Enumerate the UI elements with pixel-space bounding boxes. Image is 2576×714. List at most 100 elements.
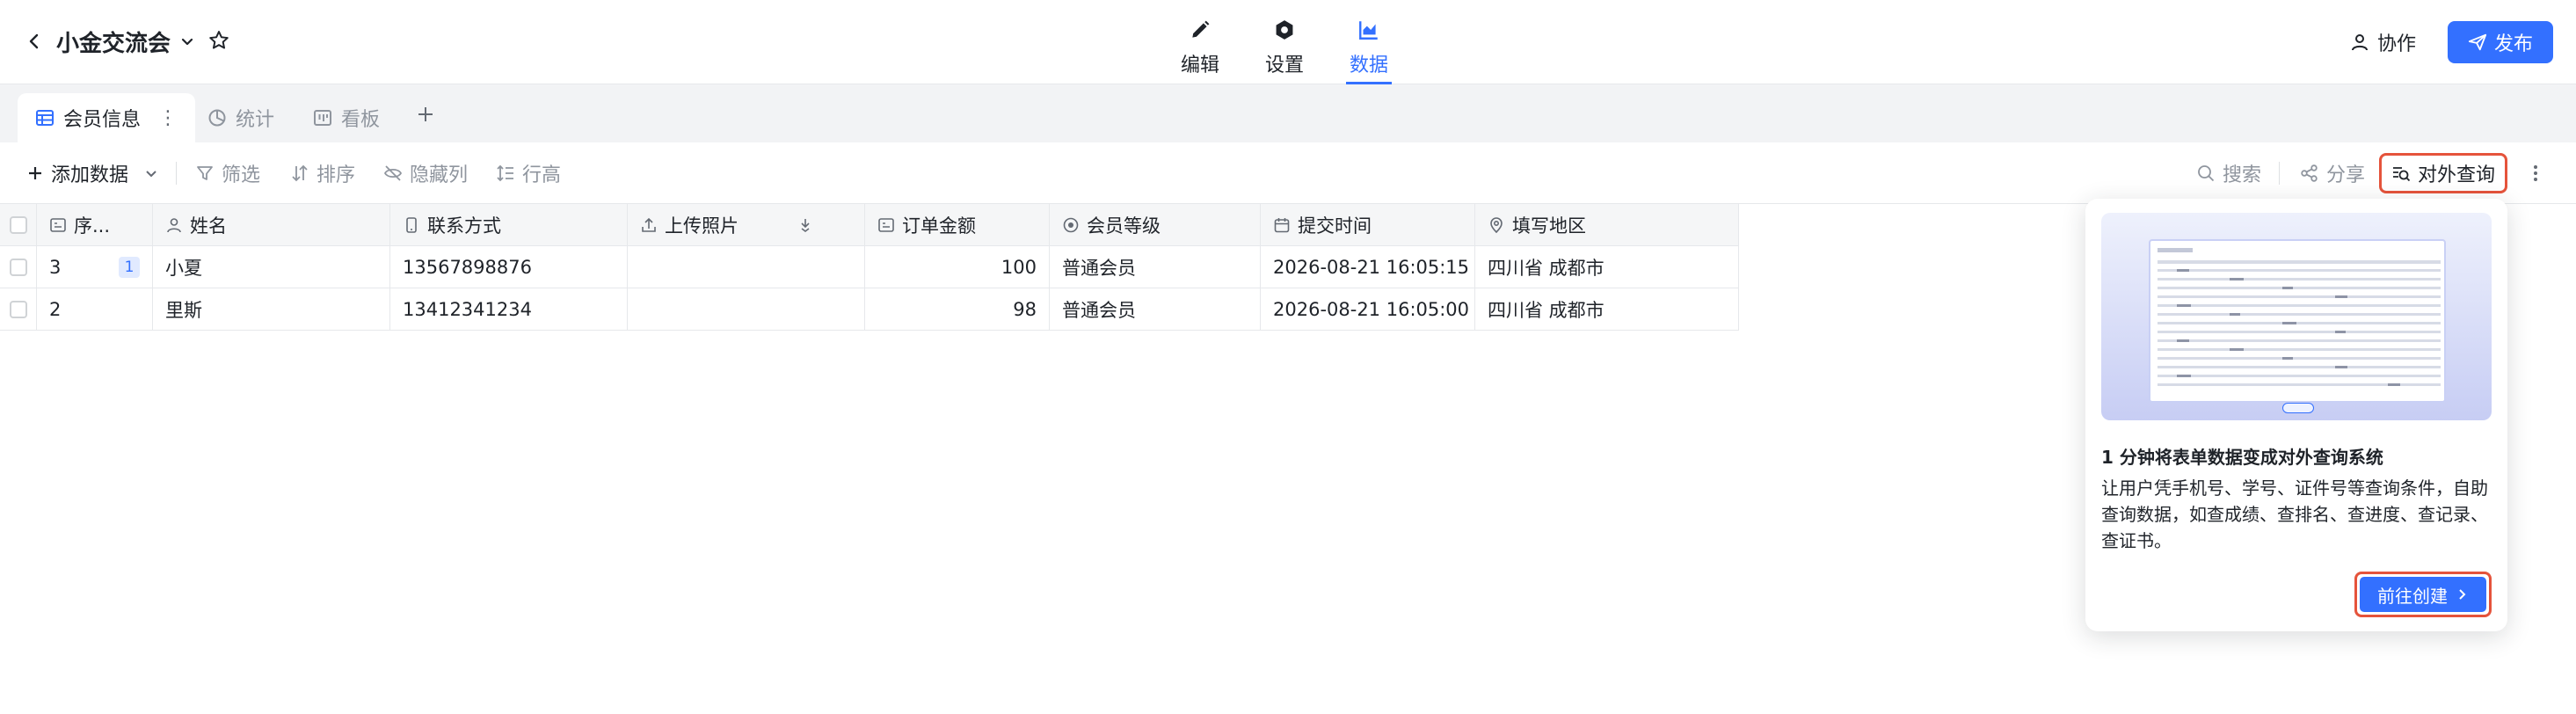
- share-button[interactable]: 分享: [2300, 158, 2365, 188]
- external-query-button[interactable]: 对外查询: [2379, 153, 2507, 193]
- hide-columns-button[interactable]: 隐藏列: [383, 158, 468, 188]
- mode-tab-label: 编辑: [1181, 55, 1220, 76]
- cell-name[interactable]: 小夏: [153, 246, 390, 288]
- column-header-time[interactable]: 提交时间: [1261, 204, 1475, 246]
- column-header-region[interactable]: 填写地区: [1475, 204, 1739, 246]
- cell-region[interactable]: 四川省 成都市: [1475, 288, 1739, 331]
- cell-region[interactable]: 四川省 成都市: [1475, 246, 1739, 288]
- back-arrow-icon[interactable]: [19, 26, 49, 56]
- mode-tab-edit[interactable]: 编辑: [1181, 16, 1219, 84]
- pencil-icon: [1189, 16, 1212, 44]
- filter-label: 筛选: [222, 164, 261, 186]
- publish-button[interactable]: 发布: [2448, 21, 2553, 63]
- star-icon[interactable]: [206, 27, 232, 54]
- row-height-icon: [497, 164, 513, 182]
- comment-count-badge[interactable]: 1: [119, 257, 140, 278]
- radio-icon: [1063, 217, 1079, 233]
- cell-phone[interactable]: 13412341234: [390, 288, 628, 331]
- hide-columns-label: 隐藏列: [410, 164, 469, 186]
- app-header: 小金交流会 编辑 设置 数据 协作 发布: [0, 0, 2576, 84]
- row-height-label: 行高: [522, 164, 562, 186]
- row-height-button[interactable]: 行高: [496, 158, 561, 188]
- more-vertical-icon[interactable]: ⋮: [158, 107, 178, 129]
- share-label: 分享: [2326, 164, 2366, 186]
- promo-description: 让用户凭手机号、学号、证件号等查询条件，自助查询数据，如查成绩、查排名、查进度、…: [2101, 477, 2488, 551]
- view-tab-label: 看板: [341, 109, 381, 131]
- number-field-icon: [878, 218, 894, 232]
- table-row[interactable]: 2 里斯 13412341234 98 普通会员 2026-08-21 16:0…: [0, 288, 1739, 331]
- cell-level[interactable]: 普通会员: [1050, 288, 1261, 331]
- cell-amount[interactable]: 98: [865, 288, 1050, 331]
- cell-amount[interactable]: 100: [865, 246, 1050, 288]
- publish-label: 发布: [2493, 33, 2533, 55]
- column-header-name[interactable]: 姓名: [153, 204, 390, 246]
- cell-time[interactable]: 2026-08-21 16:05:15: [1261, 246, 1475, 288]
- external-query-label: 对外查询: [2417, 164, 2495, 186]
- share-icon: [2301, 164, 2318, 182]
- cell-seq[interactable]: 2: [37, 288, 153, 331]
- pie-chart-icon: [208, 109, 226, 127]
- kanban-icon: [314, 110, 331, 126]
- eye-off-icon: [383, 165, 403, 181]
- form-title[interactable]: 小金交流会: [56, 26, 171, 58]
- mode-tab-settings[interactable]: 设置: [1265, 16, 1304, 84]
- view-tab-kanban[interactable]: 看板: [295, 93, 397, 142]
- user-icon: [167, 218, 181, 233]
- go-create-button[interactable]: 前往创建: [2354, 572, 2492, 617]
- id-field-icon: [50, 218, 66, 232]
- column-header-phone[interactable]: 联系方式: [390, 204, 628, 246]
- gear-icon: [1273, 16, 1296, 44]
- data-toolbar: 添加数据 筛选 排序 隐藏列 行高 搜索 分享 对外查询: [0, 142, 2576, 204]
- mode-tab-label: 数据: [1350, 55, 1389, 76]
- collaborate-button[interactable]: 协作: [2349, 25, 2416, 60]
- query-icon: [2392, 167, 2411, 182]
- chevron-down-icon[interactable]: [176, 28, 199, 55]
- location-icon: [1490, 217, 1503, 234]
- toolbar-divider: [2279, 162, 2280, 185]
- go-create-label: 前往创建: [2377, 585, 2448, 607]
- row-checkbox[interactable]: [0, 246, 37, 288]
- row-checkbox[interactable]: [0, 288, 37, 331]
- plus-icon: [29, 167, 41, 179]
- cell-photo[interactable]: [628, 288, 865, 331]
- search-button[interactable]: 搜索: [2196, 158, 2261, 188]
- add-data-label: 添加数据: [51, 164, 129, 186]
- cell-photo[interactable]: [628, 246, 865, 288]
- mode-tab-label: 设置: [1265, 55, 1305, 76]
- cell-phone[interactable]: 13567898876: [390, 246, 628, 288]
- chevron-down-icon: [146, 171, 156, 178]
- preview-button-shape: [2282, 403, 2314, 413]
- external-query-promo-popup: 1 分钟将表单数据变成对外查询系统 让用户凭手机号、学号、证件号等查询条件，自助…: [2085, 199, 2507, 631]
- upload-icon: [642, 217, 656, 232]
- sort-button[interactable]: 排序: [290, 158, 355, 188]
- chevron-right-icon: [2459, 589, 2466, 600]
- user-icon: [2352, 34, 2368, 51]
- cell-time[interactable]: 2026-08-21 16:05:00: [1261, 288, 1475, 331]
- filter-button[interactable]: 筛选: [195, 158, 260, 188]
- more-vertical-icon[interactable]: [2525, 160, 2546, 186]
- phone-icon: [406, 217, 417, 233]
- view-tab-stats[interactable]: 统计: [190, 93, 292, 142]
- cell-level[interactable]: 普通会员: [1050, 246, 1261, 288]
- column-header-photo[interactable]: 上传照片: [628, 204, 865, 246]
- column-header-amount[interactable]: 订单金额: [865, 204, 1050, 246]
- view-tab-member-info[interactable]: 会员信息 ⋮: [18, 93, 196, 142]
- table-row[interactable]: 3 1 小夏 13567898876 100 普通会员 2026-08-21 1…: [0, 246, 1739, 288]
- column-header-level[interactable]: 会员等级: [1050, 204, 1261, 246]
- add-data-button[interactable]: 添加数据: [26, 158, 158, 188]
- table-header-row: 序... 姓名 联系方式 上传照片 订单金额 会员等级 提交时间 填写地区: [0, 204, 1739, 246]
- select-all-checkbox[interactable]: [0, 204, 37, 246]
- collaborate-label: 协作: [2377, 33, 2417, 55]
- promo-title: 1 分钟将表单数据变成对外查询系统: [2101, 447, 2383, 468]
- download-sort-icon[interactable]: [797, 216, 814, 234]
- cell-name[interactable]: 里斯: [153, 288, 390, 331]
- toolbar-divider: [176, 162, 177, 185]
- column-header-seq[interactable]: 序...: [37, 204, 153, 246]
- add-view-plus-icon[interactable]: [410, 98, 441, 130]
- cell-seq[interactable]: 3 1: [37, 246, 153, 288]
- chart-icon: [1357, 16, 1380, 44]
- view-tab-label: 统计: [236, 109, 275, 131]
- send-icon: [2468, 33, 2487, 51]
- mode-tab-data[interactable]: 数据: [1345, 16, 1393, 84]
- go-create-button-body[interactable]: 前往创建: [2360, 577, 2486, 612]
